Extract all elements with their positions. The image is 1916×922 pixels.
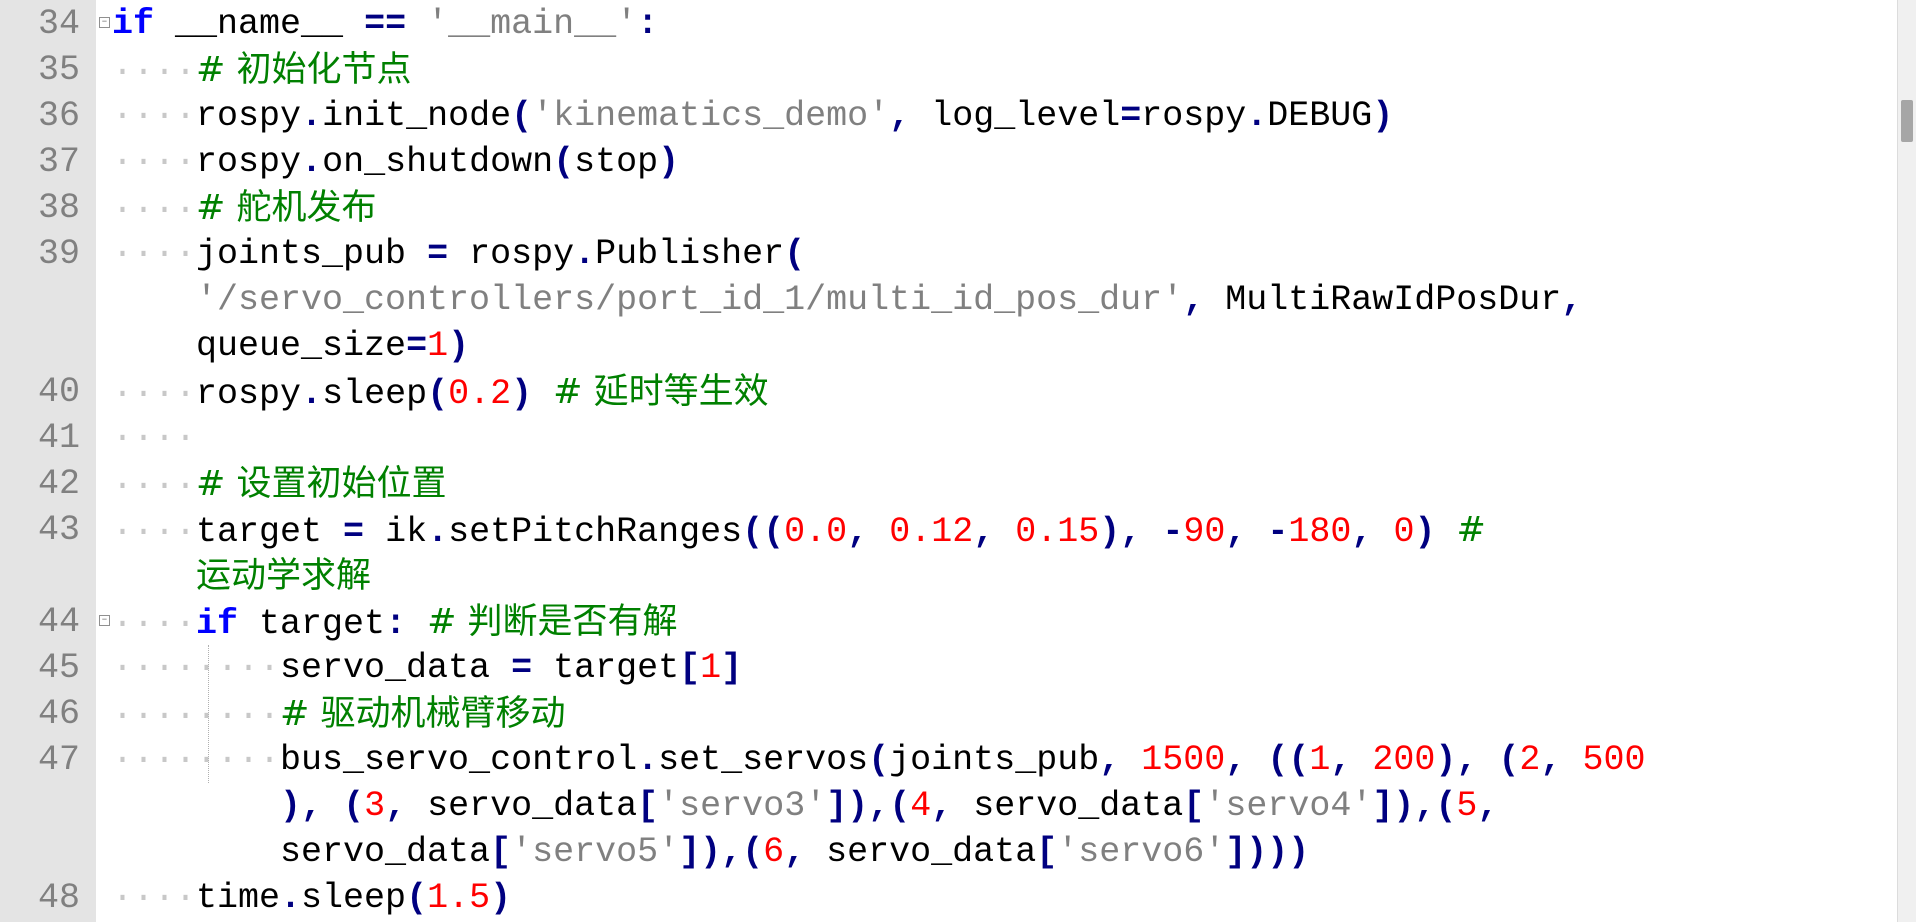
fold-toggle-icon[interactable]: − xyxy=(99,17,110,28)
code-line[interactable]: servo_data['servo5']),(6, servo_data['se… xyxy=(0,829,1880,875)
code-line[interactable]: 47 ········bus_servo_control.set_servos(j… xyxy=(0,737,1880,783)
line-number: 38 xyxy=(37,188,80,228)
line-number: 35 xyxy=(37,50,80,90)
code-text[interactable]: ········bus_servo_control.set_servos(joi… xyxy=(112,737,1645,783)
code-line[interactable]: 43 ····target = ik.setPitchRanges((0.0, 0… xyxy=(0,507,1880,553)
code-text[interactable]: ····rospy.sleep(0.2) # 延时等生效 xyxy=(112,369,769,417)
code-text[interactable]: ····if target: # 判断是否有解 xyxy=(112,599,678,647)
code-text[interactable]: ········servo_data = target[1] xyxy=(112,645,742,691)
line-number: 40 xyxy=(37,372,80,412)
scrollbar-thumb[interactable] xyxy=(1901,100,1913,142)
code-line[interactable]: 36 ····rospy.init_node('kinematics_demo',… xyxy=(0,93,1880,139)
line-number: 36 xyxy=(37,96,80,136)
code-line[interactable]: 46 ········# 驱动机械臂移动 xyxy=(0,691,1880,737)
code-text[interactable]: ····rospy.init_node('kinematics_demo', l… xyxy=(112,93,1393,139)
code-text[interactable]: queue_size=1) xyxy=(112,323,469,369)
code-line[interactable]: 运动学求解 xyxy=(0,553,1880,599)
code-line[interactable]: 39 ····joints_pub = rospy.Publisher( xyxy=(0,231,1880,277)
code-line[interactable]: 48 ····time.sleep(1.5) xyxy=(0,875,1880,921)
code-text[interactable]: ····# 舵机发布 xyxy=(112,185,376,233)
line-number: 37 xyxy=(37,142,80,182)
line-number: 45 xyxy=(37,648,80,688)
code-line[interactable]: ), (3, servo_data['servo3']),(4, servo_d… xyxy=(0,783,1880,829)
code-text[interactable]: ····joints_pub = rospy.Publisher( xyxy=(112,231,805,277)
code-text[interactable]: ····target = ik.setPitchRanges((0.0, 0.1… xyxy=(112,507,1486,555)
code-text[interactable]: ····# 初始化节点 xyxy=(112,47,411,95)
code-line[interactable]: 37 ····rospy.on_shutdown(stop) xyxy=(0,139,1880,185)
code-line[interactable]: 45 ········servo_data = target[1] xyxy=(0,645,1880,691)
code-line[interactable]: 38 ····# 舵机发布 xyxy=(0,185,1880,231)
code-line[interactable]: queue_size=1) xyxy=(0,323,1880,369)
code-line[interactable]: 44 − ····if target: # 判断是否有解 xyxy=(0,599,1880,645)
code-editor[interactable]: 34− if __name__ == '__main__': 35 ····# 初始化… xyxy=(0,0,1916,922)
code-line[interactable]: '/servo_controllers/port_id_1/multi_id_p… xyxy=(0,277,1880,323)
code-text[interactable]: ········# 驱动机械臂移动 xyxy=(112,691,565,739)
line-number: 39 xyxy=(37,234,80,274)
code-text[interactable]: ····time.sleep(1.5) xyxy=(112,875,511,921)
code-text[interactable]: '/servo_controllers/port_id_1/multi_id_p… xyxy=(112,277,1582,323)
indent-guide xyxy=(208,645,209,783)
line-number: 34 xyxy=(37,4,80,44)
code-text[interactable]: 运动学求解 xyxy=(112,553,371,601)
vertical-scrollbar[interactable] xyxy=(1897,0,1916,922)
line-number: 47 xyxy=(37,740,80,780)
code-line[interactable]: 35 ····# 初始化节点 xyxy=(0,47,1880,93)
line-number: 42 xyxy=(37,464,80,504)
line-number: 44 xyxy=(37,602,80,642)
line-number: 43 xyxy=(37,510,80,550)
code-text[interactable]: ), (3, servo_data['servo3']),(4, servo_d… xyxy=(112,783,1498,829)
code-line[interactable]: 40 ····rospy.sleep(0.2) # 延时等生效 xyxy=(0,369,1880,415)
code-text[interactable]: if __name__ == '__main__': xyxy=(112,1,658,47)
line-number: 41 xyxy=(37,418,80,458)
line-number: 48 xyxy=(37,878,80,918)
line-number: 46 xyxy=(37,694,80,734)
code-line[interactable]: 42 ····# 设置初始位置 xyxy=(0,461,1880,507)
code-line[interactable]: 34 − if __name__ == '__main__': xyxy=(0,1,1880,47)
code-text[interactable]: ····rospy.on_shutdown(stop) xyxy=(112,139,679,185)
code-text[interactable]: ····# 设置初始位置 xyxy=(112,461,446,509)
code-text[interactable]: ···· xyxy=(112,415,196,461)
code-line[interactable]: 41 ···· xyxy=(0,415,1880,461)
code-text[interactable]: servo_data['servo5']),(6, servo_data['se… xyxy=(112,829,1309,875)
fold-toggle-icon[interactable]: − xyxy=(99,615,110,626)
